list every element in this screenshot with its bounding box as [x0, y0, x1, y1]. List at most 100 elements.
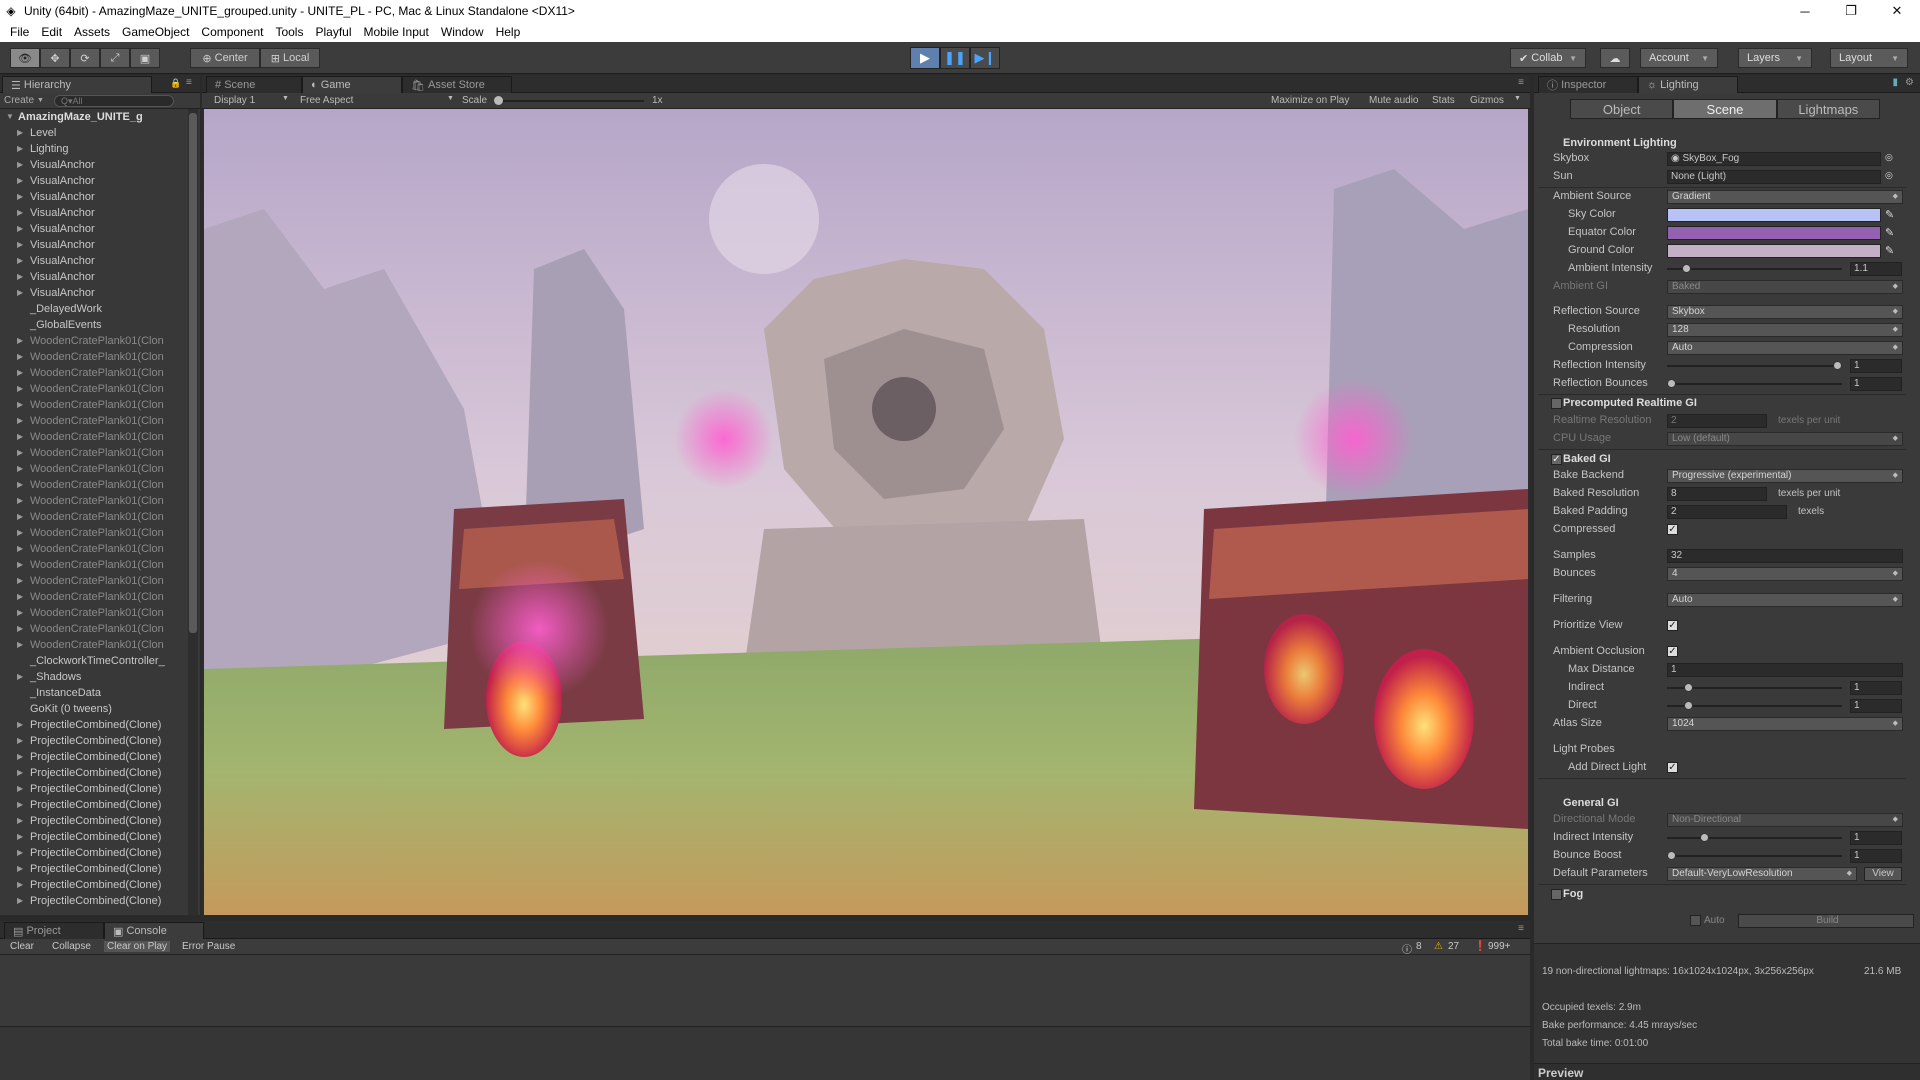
hierarchy-item[interactable]: ▶ VisualAnchor — [0, 269, 188, 285]
hierarchy-item[interactable]: ▶ VisualAnchor — [0, 253, 188, 269]
view-parameters-button[interactable]: View — [1864, 867, 1902, 881]
object-picker-icon[interactable]: ◎ — [1885, 170, 1893, 181]
reflection-intensity-slider[interactable] — [1667, 365, 1842, 367]
expand-arrow-icon[interactable]: ▶ — [17, 461, 23, 477]
reflection-bounces-slider[interactable] — [1667, 383, 1842, 385]
scale-tool-icon[interactable]: ⤢ — [100, 48, 130, 68]
compressed-checkbox[interactable]: ✓ — [1667, 524, 1678, 535]
atlas-size-dropdown[interactable]: 1024 ◆ — [1667, 717, 1903, 731]
tab-console[interactable]: ▣ Console — [104, 922, 204, 939]
hierarchy-item[interactable]: ▶ VisualAnchor — [0, 237, 188, 253]
pivot-center-button[interactable]: ⊕ Center — [190, 48, 260, 68]
expand-arrow-icon[interactable]: ▶ — [17, 589, 23, 605]
panel-menu-icon[interactable]: ≡ — [1518, 923, 1524, 934]
expand-arrow-icon[interactable]: ▶ — [17, 141, 23, 157]
error-pause-button[interactable]: Error Pause — [182, 941, 235, 952]
skybox-field[interactable]: ◉ SkyBox_Fog — [1667, 152, 1881, 166]
help-book-icon[interactable]: ▮ — [1892, 77, 1898, 88]
hierarchy-search-input[interactable]: Q▾All — [53, 94, 174, 107]
tab-asset-store[interactable]: 🛍 Asset Store — [402, 76, 512, 93]
maximize-on-play-toggle[interactable]: Maximize on Play — [1271, 95, 1349, 106]
compression-dropdown[interactable]: Auto ◆ — [1667, 341, 1903, 355]
hierarchy-item[interactable]: ▶ WoodenCratePlank01(Clon — [0, 605, 188, 621]
reflection-bounces-knob[interactable] — [1667, 379, 1676, 388]
indirect-slider[interactable] — [1667, 687, 1842, 689]
indirect-intensity-knob[interactable] — [1700, 833, 1710, 842]
hierarchy-item[interactable]: ▶ WoodenCratePlank01(Clon — [0, 573, 188, 589]
expand-arrow-icon[interactable]: ▶ — [17, 893, 23, 909]
menu-edit[interactable]: Edit — [35, 25, 68, 39]
panel-menu-icon[interactable]: ≡ — [186, 77, 192, 88]
game-viewport[interactable] — [204, 109, 1528, 915]
hierarchy-item[interactable]: ▶ Lighting — [0, 141, 188, 157]
reflection-intensity-value[interactable]: 1 — [1850, 359, 1902, 373]
tab-hierarchy[interactable]: ☰ Hierarchy — [2, 76, 152, 93]
rotate-tool-icon[interactable]: ⟳ — [70, 48, 100, 68]
menu-gameobject[interactable]: GameObject — [116, 25, 195, 39]
warning-icon[interactable]: ⚠ — [1434, 941, 1443, 952]
expand-arrow-icon[interactable]: ▶ — [17, 669, 23, 685]
ground-color-swatch[interactable] — [1667, 244, 1881, 258]
expand-arrow-icon[interactable]: ▶ — [17, 637, 23, 653]
step-icon[interactable]: ▶❙ — [970, 47, 1000, 69]
expand-arrow-icon[interactable]: ▶ — [17, 525, 23, 541]
expand-arrow-icon[interactable]: ▶ — [17, 541, 23, 557]
hierarchy-item[interactable]: ▶ ProjectileCombined(Clone) — [0, 781, 188, 797]
menu-component[interactable]: Component — [195, 25, 269, 39]
direct-slider[interactable] — [1667, 705, 1842, 707]
hierarchy-item[interactable]: ▶ ProjectileCombined(Clone) — [0, 749, 188, 765]
tab-lightmaps[interactable]: Lightmaps — [1776, 99, 1880, 119]
reflection-bounces-value[interactable]: 1 — [1850, 377, 1902, 391]
expand-arrow-icon[interactable]: ▶ — [17, 557, 23, 573]
hierarchy-scene-root[interactable]: ▼ AmazingMaze_UNITE_g — [0, 109, 188, 125]
expand-arrow-icon[interactable]: ▶ — [17, 765, 23, 781]
collab-dropdown[interactable]: ✔ Collab ▼ — [1510, 48, 1586, 68]
pivot-local-button[interactable]: ⊞ Local — [260, 48, 320, 68]
error-icon[interactable]: ❗ — [1474, 941, 1486, 952]
scale-slider-track[interactable] — [494, 100, 644, 102]
environment-lighting-header[interactable]: Environment Lighting — [1534, 136, 1906, 152]
samples-field[interactable]: 32 — [1667, 549, 1903, 563]
expand-arrow-icon[interactable]: ▶ — [17, 365, 23, 381]
info-icon[interactable]: ⓘ — [1402, 941, 1412, 956]
preview-header[interactable]: Preview — [1534, 1063, 1920, 1080]
max-distance-field[interactable]: 1 — [1667, 663, 1903, 677]
hierarchy-item[interactable]: ▶ WoodenCratePlank01(Clon — [0, 461, 188, 477]
hierarchy-item[interactable]: ▶ VisualAnchor — [0, 221, 188, 237]
hierarchy-item[interactable]: _ClockworkTimeController_ — [0, 653, 188, 669]
sun-field[interactable]: None (Light) — [1667, 170, 1881, 184]
clear-on-play-toggle[interactable]: Clear on Play — [104, 941, 171, 952]
hierarchy-item[interactable]: ▶ VisualAnchor — [0, 189, 188, 205]
hierarchy-item[interactable]: GoKit (0 tweens) — [0, 701, 188, 717]
hierarchy-item[interactable]: ▶ WoodenCratePlank01(Clon — [0, 557, 188, 573]
expand-arrow-icon[interactable]: ▶ — [17, 845, 23, 861]
expand-arrow-icon[interactable]: ▶ — [17, 749, 23, 765]
cloud-button[interactable]: ☁ — [1600, 48, 1630, 68]
resolution-dropdown[interactable]: 128 ◆ — [1667, 323, 1903, 337]
hierarchy-item[interactable]: ▶ WoodenCratePlank01(Clon — [0, 493, 188, 509]
reflection-source-dropdown[interactable]: Skybox ◆ — [1667, 305, 1903, 319]
bounces-dropdown[interactable]: 4 ◆ — [1667, 567, 1903, 581]
pause-icon[interactable]: ❚❚ — [940, 47, 970, 69]
auto-bake-checkbox[interactable] — [1690, 915, 1701, 926]
lock-icon[interactable]: 🔒 — [170, 78, 181, 89]
hierarchy-item[interactable]: ▶ WoodenCratePlank01(Clon — [0, 429, 188, 445]
menu-playful[interactable]: Playful — [309, 25, 357, 39]
general-gi-header[interactable]: General GI — [1534, 796, 1906, 812]
tab-scene[interactable]: # Scene — [206, 76, 302, 93]
expand-arrow-icon[interactable]: ▶ — [17, 157, 23, 173]
expand-arrow-icon[interactable]: ▶ — [17, 189, 23, 205]
expand-arrow-icon[interactable]: ▶ — [17, 237, 23, 253]
expand-arrow-icon[interactable]: ▼ — [6, 109, 14, 125]
baked-gi-checkbox[interactable]: ✓ — [1551, 454, 1562, 465]
tab-lighting[interactable]: ☼ Lighting — [1638, 76, 1738, 93]
bounce-boost-value[interactable]: 1 — [1850, 849, 1902, 863]
eyedropper-icon[interactable]: ✎ — [1885, 226, 1894, 239]
hierarchy-item[interactable]: ▶ WoodenCratePlank01(Clon — [0, 509, 188, 525]
hierarchy-item[interactable]: ▶ ProjectileCombined(Clone) — [0, 765, 188, 781]
menu-mobile-input[interactable]: Mobile Input — [358, 25, 435, 39]
object-picker-icon[interactable]: ◎ — [1885, 152, 1893, 163]
account-dropdown[interactable]: Account ▼ — [1640, 48, 1718, 68]
hierarchy-item[interactable]: _DelayedWork — [0, 301, 188, 317]
sky-color-swatch[interactable] — [1667, 208, 1881, 222]
